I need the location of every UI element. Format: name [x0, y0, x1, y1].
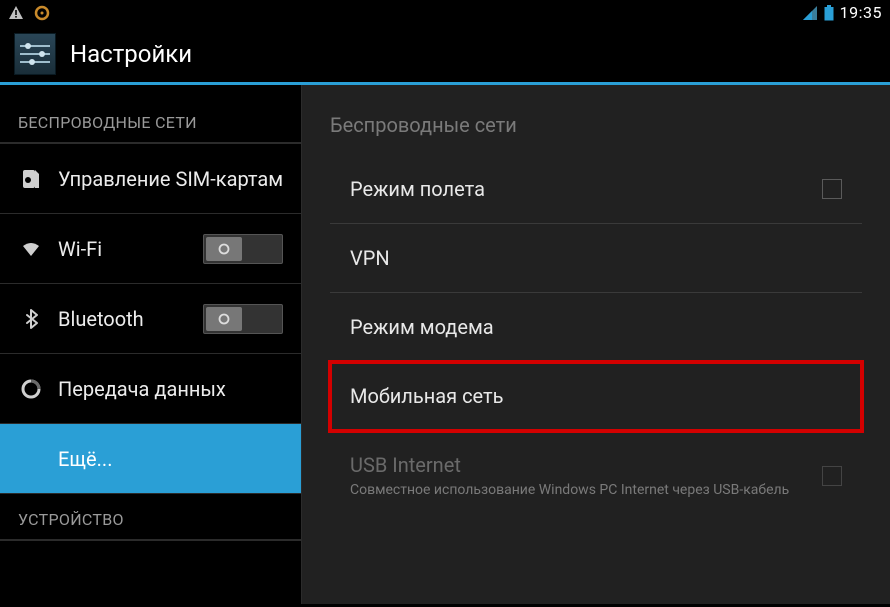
sidebar: БЕСПРОВОДНЫЕ СЕТИ Управление SIM-картами…	[0, 85, 302, 604]
sim-icon	[18, 168, 44, 190]
body: БЕСПРОВОДНЫЕ СЕТИ Управление SIM-картами…	[0, 85, 890, 604]
wifi-toggle[interactable]	[203, 234, 283, 264]
toggle-knob-off	[206, 237, 242, 261]
airplane-checkbox[interactable]	[822, 179, 842, 199]
wifi-icon	[18, 238, 44, 260]
usb-checkbox	[822, 466, 842, 486]
status-bar: 19:35	[0, 0, 890, 25]
status-time: 19:35	[840, 3, 882, 22]
settings-icon	[14, 33, 56, 75]
sidebar-item-label: Управление SIM-картами	[58, 167, 283, 191]
content-label: Мобильная сеть	[350, 384, 842, 408]
content-item-usb-internet: USB Internet Совместное использование Wi…	[330, 431, 862, 521]
content-item-airplane[interactable]: Режим полета	[330, 155, 862, 224]
content-label: USB Internet	[350, 453, 822, 477]
sidebar-section-device: УСТРОЙСТВО	[0, 494, 301, 541]
content-item-tethering[interactable]: Режим модема	[330, 293, 862, 362]
sidebar-item-label: Ещё...	[58, 447, 283, 471]
sync-icon	[34, 5, 50, 21]
content-item-vpn[interactable]: VPN	[330, 224, 862, 293]
sidebar-item-wifi[interactable]: Wi-Fi	[0, 214, 301, 284]
bluetooth-icon	[18, 308, 44, 330]
content-header: Беспроводные сети	[302, 85, 890, 155]
page-title: Настройки	[70, 40, 192, 68]
content-label: VPN	[350, 246, 842, 270]
app-header: Настройки	[0, 25, 890, 85]
toggle-knob-off	[206, 307, 242, 331]
sidebar-item-label: Передача данных	[58, 377, 283, 401]
content-list: Режим полета VPN Режим модема Мобильная …	[302, 155, 890, 521]
sidebar-item-label: Bluetooth	[58, 307, 189, 331]
content-label: Режим модема	[350, 315, 842, 339]
content-sublabel: Совместное использование Windows PC Inte…	[350, 481, 822, 499]
sidebar-item-sim[interactable]: Управление SIM-картами	[0, 144, 301, 214]
signal-icon	[802, 5, 818, 21]
battery-icon	[824, 5, 834, 21]
bluetooth-toggle[interactable]	[203, 304, 283, 334]
content-label: Режим полета	[350, 177, 822, 201]
data-usage-icon	[18, 378, 44, 400]
sidebar-item-data-usage[interactable]: Передача данных	[0, 354, 301, 424]
content-item-mobile-network[interactable]: Мобильная сеть	[330, 362, 862, 431]
status-right: 19:35	[802, 3, 882, 22]
status-left	[8, 5, 50, 21]
sidebar-item-label: Wi-Fi	[58, 237, 189, 261]
warning-icon	[8, 5, 24, 21]
content-item-inner: USB Internet Совместное использование Wi…	[350, 453, 822, 499]
sidebar-section-wireless: БЕСПРОВОДНЫЕ СЕТИ	[0, 85, 301, 144]
content-panel: Беспроводные сети Режим полета VPN Режим…	[302, 85, 890, 604]
sidebar-item-bluetooth[interactable]: Bluetooth	[0, 284, 301, 354]
sidebar-item-more[interactable]: Ещё...	[0, 424, 301, 494]
